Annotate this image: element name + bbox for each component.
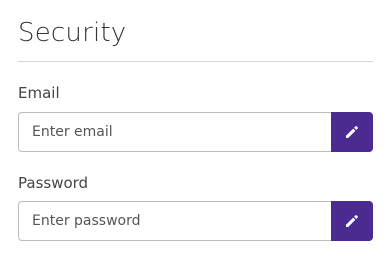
section-title: Security: [18, 18, 127, 48]
edit-email-button[interactable]: [331, 112, 373, 152]
password-label: Password: [18, 174, 89, 192]
email-field[interactable]: [18, 112, 331, 152]
email-input-group: [18, 112, 373, 152]
pencil-icon: [343, 212, 361, 230]
pencil-icon: [343, 123, 361, 141]
title-divider: [18, 61, 373, 62]
password-input-group: [18, 201, 373, 241]
password-field[interactable]: [18, 201, 331, 241]
email-label: Email: [18, 84, 60, 102]
edit-password-button[interactable]: [331, 201, 373, 241]
